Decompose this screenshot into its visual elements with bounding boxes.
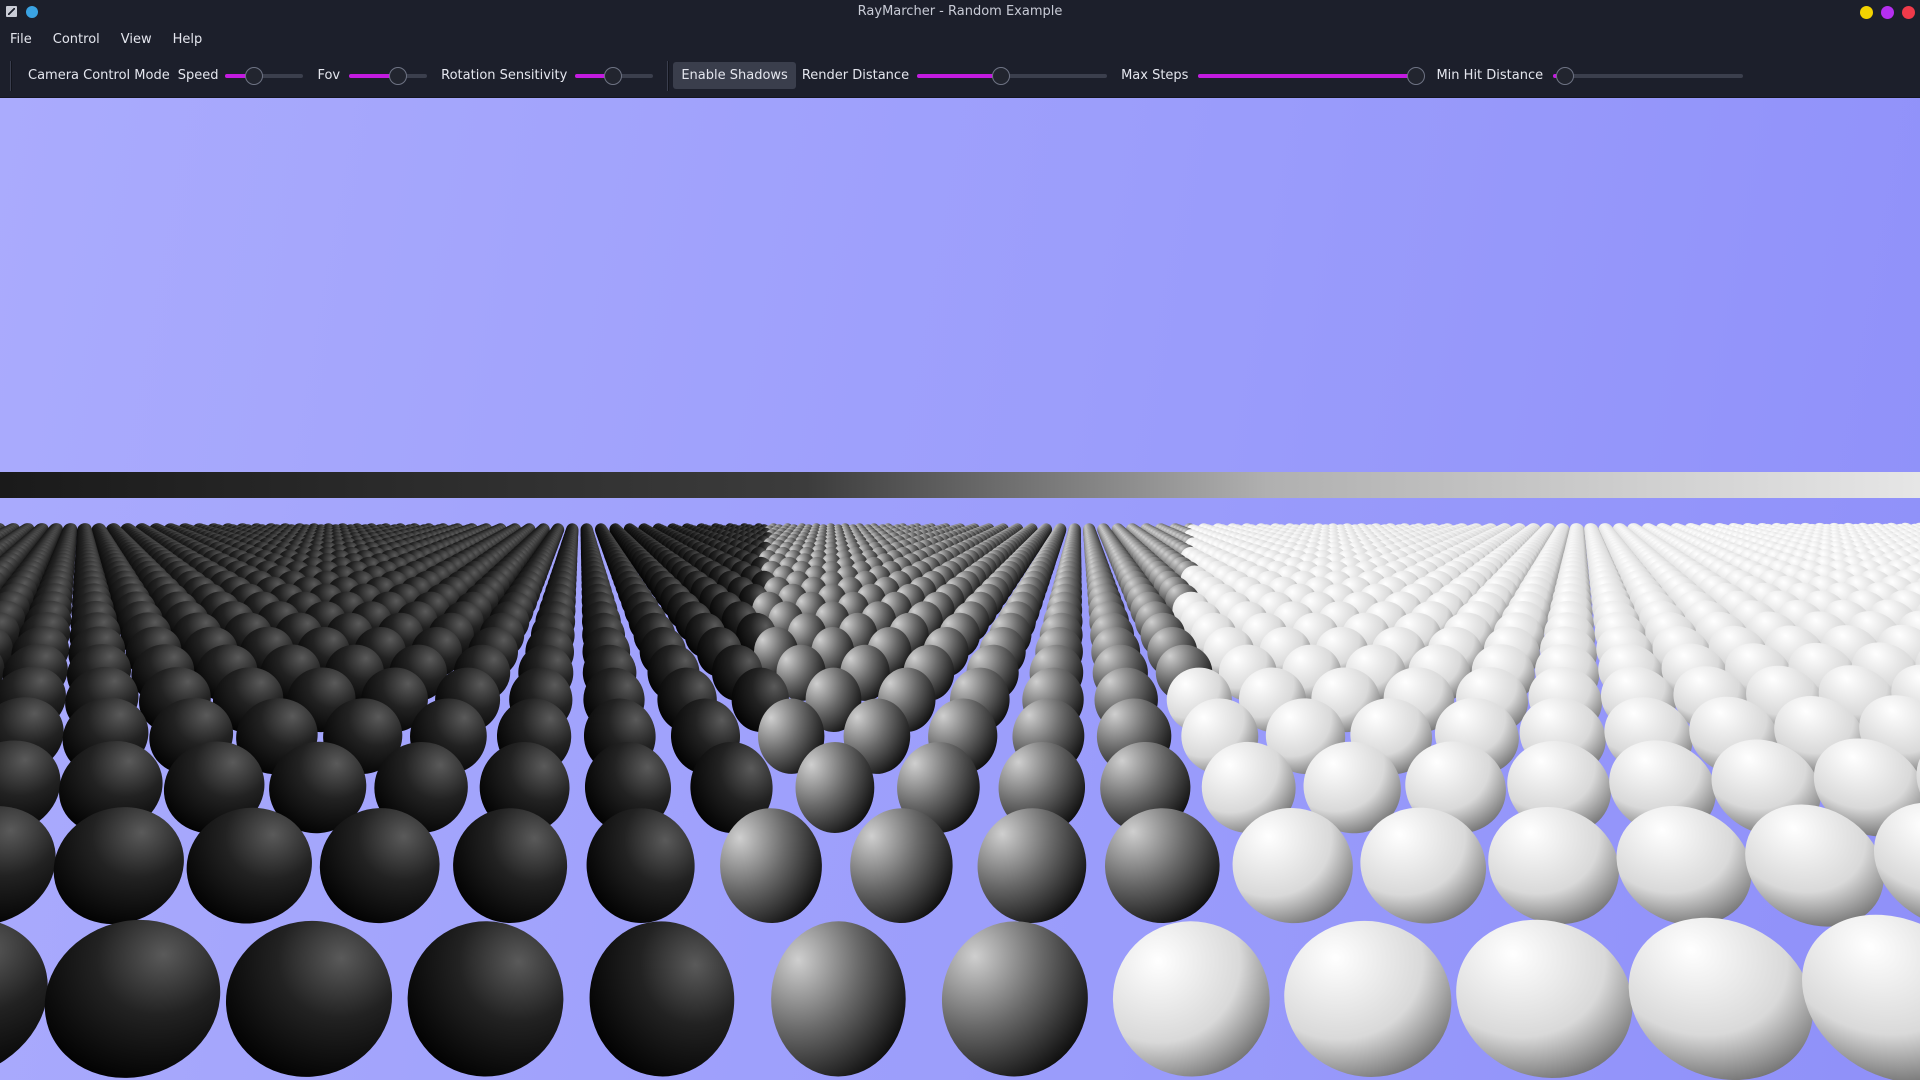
render-viewport[interactable]: [0, 98, 1920, 1080]
sphere: [1284, 920, 1452, 1077]
render-distance-slider-fill: [917, 73, 1001, 78]
minimize-button[interactable]: [1860, 6, 1873, 19]
menu-file[interactable]: File: [10, 28, 32, 51]
min-hit-distance-slider-handle[interactable]: [1555, 66, 1574, 85]
window-title: RayMarcher - Random Example: [857, 4, 1063, 19]
toolbar-handle[interactable]: [10, 60, 12, 91]
max-steps-slider-fill: [1198, 73, 1417, 78]
sphere: [44, 919, 221, 1078]
toolbar-separator: [667, 60, 670, 91]
title-bar: RayMarcher - Random Example: [0, 0, 1920, 24]
sphere-grid: [0, 472, 1920, 1080]
max-steps-label: Max Steps: [1121, 68, 1189, 83]
render-distance-label: Render Distance: [801, 68, 910, 83]
sphere: [941, 921, 1088, 1077]
sphere: [1112, 921, 1270, 1077]
maximize-button[interactable]: [1881, 6, 1894, 19]
menu-bar: File Control View Help: [0, 24, 1920, 54]
max-steps-slider[interactable]: [1198, 66, 1426, 85]
fov-slider[interactable]: [349, 66, 428, 85]
sphere: [589, 921, 735, 1077]
sphere: [586, 808, 695, 923]
menu-control[interactable]: Control: [53, 28, 100, 51]
enable-shadows-toggle[interactable]: Enable Shadows: [673, 62, 796, 89]
rotation-sensitivity-slider[interactable]: [575, 66, 654, 85]
speed-slider-handle[interactable]: [244, 66, 263, 85]
toolbar: Camera Control Mode Speed Fov Rotation S…: [0, 54, 1920, 98]
sphere: [977, 808, 1087, 923]
fov-label: Fov: [317, 68, 341, 83]
fov-slider-handle[interactable]: [389, 66, 408, 85]
render-distance-slider-handle[interactable]: [991, 66, 1010, 85]
min-hit-distance-label: Min Hit Distance: [1436, 68, 1544, 83]
camera-control-mode-button[interactable]: Camera Control Mode: [20, 62, 178, 89]
menu-help[interactable]: Help: [173, 28, 203, 51]
rotation-sensitivity-slider-handle[interactable]: [603, 66, 622, 85]
sphere: [225, 920, 393, 1077]
min-hit-distance-slider-track: [1553, 73, 1744, 78]
sphere: [771, 921, 906, 1077]
horizon-sphere-band: [0, 472, 1920, 498]
sphere: [1456, 919, 1633, 1079]
rotation-sensitivity-label: Rotation Sensitivity: [441, 68, 568, 83]
max-steps-slider-handle[interactable]: [1407, 66, 1426, 85]
menu-view[interactable]: View: [121, 28, 152, 51]
speed-label: Speed: [177, 68, 219, 83]
raymarched-scene: [0, 472, 1920, 1080]
sphere: [407, 921, 564, 1077]
min-hit-distance-slider[interactable]: [1553, 66, 1744, 85]
close-button[interactable]: [1902, 6, 1915, 19]
speed-slider[interactable]: [225, 66, 304, 85]
render-distance-slider[interactable]: [917, 66, 1108, 85]
sphere: [795, 742, 875, 833]
